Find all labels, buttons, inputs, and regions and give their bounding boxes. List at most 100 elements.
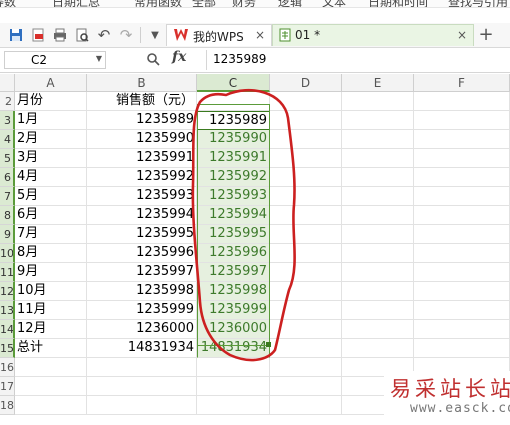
cell-c[interactable] (197, 396, 270, 415)
cell-a[interactable]: 10月 (15, 282, 87, 301)
cell-d[interactable] (270, 92, 342, 111)
cell-b[interactable]: 1235994 (87, 206, 197, 225)
column-header-f[interactable]: F (414, 74, 510, 92)
cell-e[interactable] (342, 320, 414, 339)
tab-my-wps[interactable]: 我的WPS × (166, 24, 272, 46)
cell-a[interactable] (15, 377, 87, 396)
cell-b[interactable]: 1236000 (87, 320, 197, 339)
cell-c[interactable]: 14831934 (197, 339, 270, 358)
column-header-d[interactable]: D (270, 74, 342, 92)
cell-e[interactable] (342, 92, 414, 111)
cell-a[interactable] (15, 396, 87, 415)
column-header-b[interactable]: B (87, 74, 197, 92)
cell-d[interactable] (270, 282, 342, 301)
cell-f[interactable] (414, 168, 510, 187)
cell-b[interactable]: 1235990 (87, 130, 197, 149)
cell-b[interactable]: 1235997 (87, 263, 197, 282)
cell-f[interactable] (414, 187, 510, 206)
row-header[interactable]: 17 (0, 377, 15, 396)
cell-b[interactable]: 1235998 (87, 282, 197, 301)
menu-item[interactable]: 日期汇总 (52, 0, 100, 7)
cell-f[interactable] (414, 149, 510, 168)
row-header[interactable]: 14 (0, 320, 15, 339)
cell-a[interactable]: 3月 (15, 149, 87, 168)
cell-f[interactable] (414, 92, 510, 111)
column-header-e[interactable]: E (342, 74, 414, 92)
cell-a[interactable]: 2月 (15, 130, 87, 149)
undo-icon[interactable]: ↶ (96, 25, 112, 45)
row-header[interactable]: 5 (0, 149, 15, 168)
cell-a[interactable]: 9月 (15, 263, 87, 282)
row-header[interactable]: 13 (0, 301, 15, 320)
cell-b[interactable]: 14831934 (87, 339, 197, 358)
cell-d[interactable] (270, 168, 342, 187)
cell-c[interactable] (197, 92, 270, 111)
cell-d[interactable] (270, 377, 342, 396)
print-icon[interactable] (52, 25, 68, 45)
insert-function-button[interactable]: fx (172, 49, 186, 65)
cell-d[interactable] (270, 225, 342, 244)
menu-item[interactable]: 等数 (0, 0, 16, 7)
cell-a[interactable]: 月份 (15, 92, 87, 111)
cell-d[interactable] (270, 206, 342, 225)
new-tab-button[interactable]: + (478, 24, 494, 45)
column-header-a[interactable]: A (15, 74, 87, 92)
cell-b[interactable] (87, 396, 197, 415)
fill-handle[interactable] (266, 342, 271, 347)
cell-d[interactable] (270, 263, 342, 282)
cell-e[interactable] (342, 111, 414, 130)
name-box[interactable]: C2 ▼ (4, 51, 106, 69)
save-icon[interactable] (8, 25, 24, 45)
cell-e[interactable] (342, 130, 414, 149)
cell-f[interactable] (414, 130, 510, 149)
cell-a[interactable]: 总计 (15, 339, 87, 358)
close-tab-icon[interactable]: × (457, 28, 467, 42)
cell-e[interactable] (342, 149, 414, 168)
menu-item[interactable]: 查找与引用 (448, 0, 508, 7)
row-header[interactable]: 4 (0, 130, 15, 149)
export-pdf-icon[interactable] (30, 25, 46, 45)
cell-c[interactable]: 1235996 (197, 244, 270, 263)
menu-item[interactable]: 文本 (322, 0, 346, 7)
cell-d[interactable] (270, 187, 342, 206)
cell-e[interactable] (342, 339, 414, 358)
cell-a[interactable]: 7月 (15, 225, 87, 244)
chevron-down-icon[interactable]: ▼ (96, 54, 102, 63)
cell-c[interactable]: 1235994 (197, 206, 270, 225)
menu-item[interactable]: 常用函数 (134, 0, 182, 7)
cell-e[interactable] (342, 263, 414, 282)
cell-f[interactable] (414, 301, 510, 320)
row-header[interactable]: 2 (0, 92, 15, 111)
redo-icon[interactable]: ↷ (118, 25, 134, 45)
cell-e[interactable] (342, 282, 414, 301)
cell-e[interactable] (342, 206, 414, 225)
menu-item[interactable]: 财务 (232, 0, 256, 7)
cell-d[interactable] (270, 320, 342, 339)
cell-c[interactable]: 1235995 (197, 225, 270, 244)
row-header[interactable]: 15 (0, 339, 15, 358)
close-tab-icon[interactable]: × (255, 28, 265, 42)
cell-d[interactable] (270, 396, 342, 415)
row-header[interactable]: 12 (0, 282, 15, 301)
cell-a[interactable] (15, 358, 87, 377)
cell-b[interactable] (87, 377, 197, 396)
cell-a[interactable]: 6月 (15, 206, 87, 225)
cell-d[interactable] (270, 358, 342, 377)
cell-c[interactable]: 1235990 (197, 130, 270, 149)
cell-a[interactable]: 5月 (15, 187, 87, 206)
cell-d[interactable] (270, 339, 342, 358)
menu-item[interactable]: 全部 (192, 0, 216, 7)
cell-e[interactable] (342, 244, 414, 263)
cell-e[interactable] (342, 301, 414, 320)
cell-f[interactable] (414, 206, 510, 225)
row-header[interactable]: 6 (0, 168, 15, 187)
menu-item[interactable]: 逻辑 (278, 0, 302, 7)
column-header-c[interactable]: C (197, 74, 270, 92)
row-header[interactable]: 9 (0, 225, 15, 244)
cell-b[interactable]: 1235996 (87, 244, 197, 263)
cell-c[interactable] (197, 358, 270, 377)
row-header[interactable]: 11 (0, 263, 15, 282)
cell-b[interactable]: 1235995 (87, 225, 197, 244)
cell-e[interactable] (342, 168, 414, 187)
tab-document[interactable]: 01 * × (272, 24, 474, 46)
